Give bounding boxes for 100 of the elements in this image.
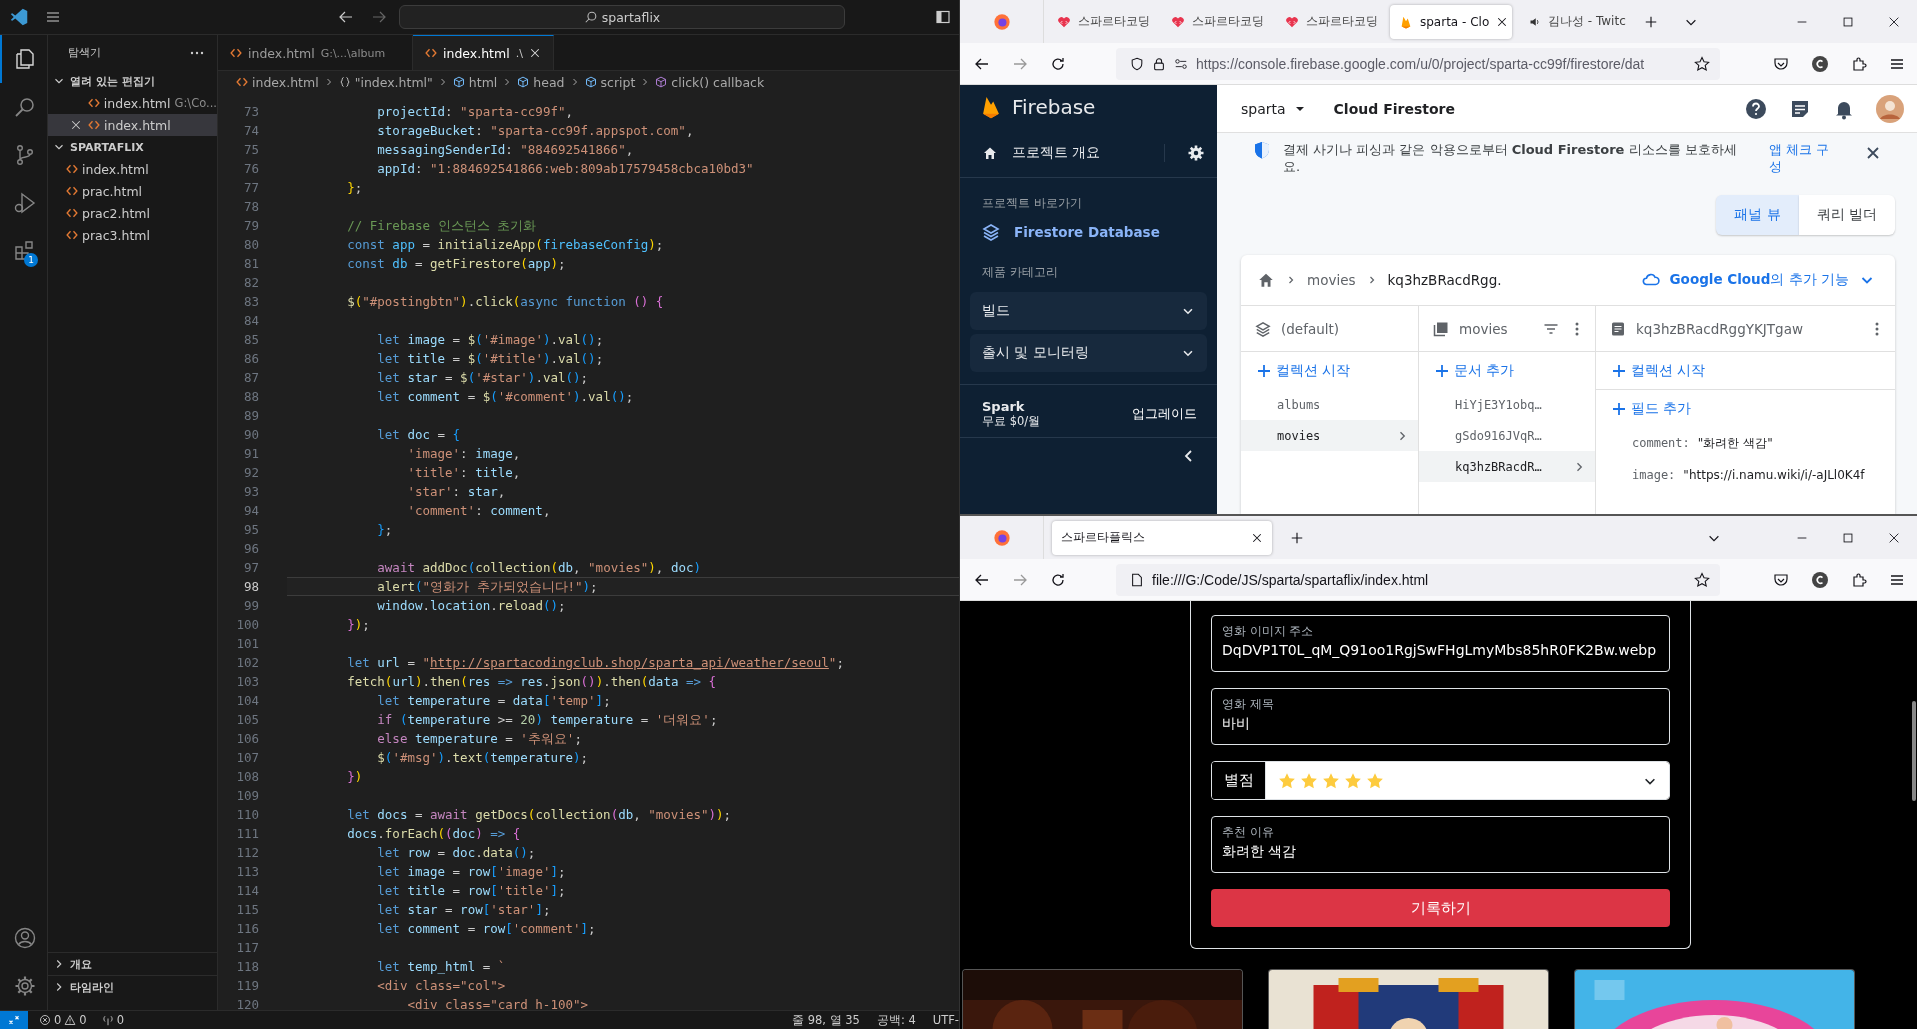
encoding[interactable]: UTF- bbox=[932, 1013, 959, 1027]
input-field[interactable]: 영화 제목 바비 bbox=[1211, 688, 1670, 745]
new-tab-icon[interactable] bbox=[1644, 14, 1658, 29]
list-item[interactable]: kq3hzBRacdR… bbox=[1419, 451, 1595, 482]
reload-icon[interactable] bbox=[1050, 571, 1066, 588]
view-toggle-button[interactable]: 쿼리 빌더 bbox=[1798, 195, 1895, 235]
add-link[interactable]: 컬렉션 시작 bbox=[1612, 361, 1706, 380]
firefox-logo-icon[interactable] bbox=[992, 12, 1011, 31]
remote-button[interactable] bbox=[0, 1011, 28, 1029]
home-icon[interactable] bbox=[1257, 271, 1275, 289]
scrollbar[interactable] bbox=[1912, 701, 1916, 801]
browser-tab[interactable]: 스파르타플릭스 bbox=[1052, 520, 1272, 555]
file-item[interactable]: prac3.html bbox=[48, 224, 217, 246]
pocket-icon[interactable] bbox=[1773, 55, 1789, 72]
path-segment[interactable]: kq3hzBRacdRgg. bbox=[1387, 272, 1502, 288]
list-item[interactable]: albums bbox=[1241, 389, 1418, 420]
profile-icon[interactable] bbox=[1811, 54, 1829, 73]
back-arrow-icon[interactable] bbox=[338, 9, 354, 25]
list-item[interactable]: HiYjE3Y1obq… bbox=[1419, 389, 1595, 420]
close-icon[interactable] bbox=[528, 47, 541, 59]
breadcrumb-item[interactable]: html bbox=[468, 74, 498, 90]
close-icon[interactable] bbox=[1865, 145, 1881, 161]
section-header[interactable]: 열려 있는 편집기 bbox=[70, 73, 155, 89]
file-item[interactable]: prac.html bbox=[48, 180, 217, 202]
section-header[interactable]: 개요 bbox=[70, 956, 92, 972]
browser-tab[interactable]: sparta - Clo bbox=[1390, 4, 1512, 39]
breadcrumb-item[interactable]: head bbox=[533, 74, 565, 90]
angle-brackets-icon bbox=[87, 97, 100, 109]
account-icon[interactable] bbox=[12, 926, 37, 950]
list-item[interactable]: gSdo916JVqR… bbox=[1419, 420, 1595, 451]
browser-tab[interactable]: 스파르타코딩 bbox=[1162, 4, 1268, 39]
reload-icon[interactable] bbox=[1050, 55, 1066, 72]
input-field[interactable]: 추천 이유 화려한 색감 bbox=[1211, 816, 1670, 873]
add-link[interactable]: 필드 추가 bbox=[1612, 399, 1692, 418]
page-icon[interactable] bbox=[1130, 572, 1144, 587]
flame-icon[interactable] bbox=[982, 95, 1000, 119]
add-link[interactable]: 문서 추가 bbox=[1435, 361, 1515, 380]
puzzle-icon[interactable] bbox=[1851, 55, 1867, 72]
project-selector[interactable]: sparta bbox=[1241, 100, 1286, 117]
category-item[interactable]: 출시 및 모니터링 bbox=[970, 334, 1207, 372]
star-icon[interactable] bbox=[1694, 571, 1710, 588]
firefox-logo-icon[interactable] bbox=[992, 528, 1011, 547]
nav-item[interactable]: 프로젝트 개요 bbox=[1012, 144, 1165, 162]
code-line: let docs = await getDocs(collection(db, "movies")); bbox=[346, 806, 733, 824]
stack-icon bbox=[1255, 320, 1271, 337]
indentation[interactable]: 공백: 4 bbox=[876, 1012, 916, 1028]
browser-tab[interactable]: 스파르타코딩 bbox=[1276, 4, 1382, 39]
breadcrumb-item[interactable]: "index.html" bbox=[354, 74, 433, 90]
input-field[interactable]: 영화 이미지 주소 DqDVP1T0L_qM_Q91oo1RgjSwFHgLmyMbs85hR0FK2Bw.webp bbox=[1211, 615, 1670, 672]
pocket-icon[interactable] bbox=[1773, 571, 1789, 588]
close-icon[interactable] bbox=[70, 119, 82, 131]
close-icon[interactable] bbox=[1251, 531, 1263, 544]
activity-button[interactable]: 1 bbox=[0, 227, 47, 275]
ports-count[interactable]: 0 bbox=[116, 1013, 124, 1027]
browser-tab[interactable]: 스파르타코딩 bbox=[1048, 4, 1154, 39]
app-check-link[interactable]: 앱 체크 구성 bbox=[1769, 141, 1839, 175]
new-tab-icon[interactable] bbox=[1290, 530, 1304, 545]
help-icon[interactable] bbox=[1745, 97, 1767, 120]
search-field[interactable]: spartaflix bbox=[399, 5, 845, 29]
close-icon[interactable] bbox=[1496, 15, 1509, 28]
layout-icon[interactable] bbox=[935, 9, 951, 25]
view-toggle-button[interactable]: 패널 뷰 bbox=[1716, 195, 1799, 235]
line-number: 89 bbox=[242, 407, 260, 425]
list-item[interactable]: movies bbox=[1241, 420, 1418, 451]
warning-count[interactable]: 0 bbox=[79, 1013, 87, 1027]
add-link[interactable]: 컬렉션 시작 bbox=[1257, 361, 1351, 380]
section-header[interactable]: 타임라인 bbox=[70, 979, 114, 995]
nav-item[interactable]: Firestore Database bbox=[1014, 224, 1160, 240]
breadcrumb-item[interactable]: script bbox=[600, 74, 636, 90]
error-count[interactable]: 0 bbox=[54, 1013, 62, 1027]
path-segment[interactable]: movies bbox=[1307, 272, 1356, 288]
star-icon[interactable] bbox=[1694, 55, 1710, 72]
lock-icon[interactable] bbox=[1152, 56, 1166, 71]
browser-tab[interactable]: 김나성 - Twitc bbox=[1520, 4, 1626, 39]
submit-button[interactable]: 기록하기 bbox=[1211, 889, 1670, 927]
breadcrumb-item[interactable]: index.html bbox=[252, 74, 319, 90]
category-item[interactable]: 빌드 bbox=[970, 292, 1207, 330]
address-bar[interactable]: file:///G:/Code/JS/sparta/spartaflix/index.html bbox=[1116, 563, 1720, 596]
home-icon[interactable] bbox=[982, 145, 998, 161]
menu-icon[interactable] bbox=[45, 9, 61, 25]
open-editor-item[interactable]: index.html bbox=[48, 114, 217, 136]
permissions-icon[interactable] bbox=[1174, 56, 1188, 71]
upgrade-button[interactable]: 업그레이드 bbox=[1132, 401, 1197, 427]
folder-header[interactable]: SPARTAFLIX bbox=[70, 140, 144, 154]
open-editor-item[interactable]: index.html G:\Co... bbox=[48, 92, 217, 114]
speaker-icon[interactable] bbox=[1529, 15, 1541, 28]
brand-name[interactable]: Firebase bbox=[1012, 95, 1096, 119]
file-item[interactable]: prac2.html bbox=[48, 202, 217, 224]
cursor-position[interactable]: 줄 98, 열 35 bbox=[792, 1012, 860, 1028]
address-bar[interactable]: https://console.firebase.google.com/u/0/project/sparta-cc99f/firestore/dat bbox=[1116, 47, 1720, 80]
shield-icon[interactable] bbox=[1130, 56, 1144, 71]
editor-tab[interactable]: index.html .\ bbox=[413, 35, 554, 70]
file-item[interactable]: index.html bbox=[48, 158, 217, 180]
avatar[interactable] bbox=[1875, 93, 1905, 124]
puzzle-icon[interactable] bbox=[1851, 571, 1867, 588]
google-cloud-link[interactable]: Google Cloud의 추가 기능 bbox=[1669, 271, 1849, 289]
profile-icon[interactable] bbox=[1811, 570, 1829, 589]
forward-arrow-icon[interactable] bbox=[371, 9, 387, 25]
breadcrumb-item[interactable]: click() callback bbox=[671, 74, 765, 90]
line-number: 73 bbox=[242, 103, 260, 121]
